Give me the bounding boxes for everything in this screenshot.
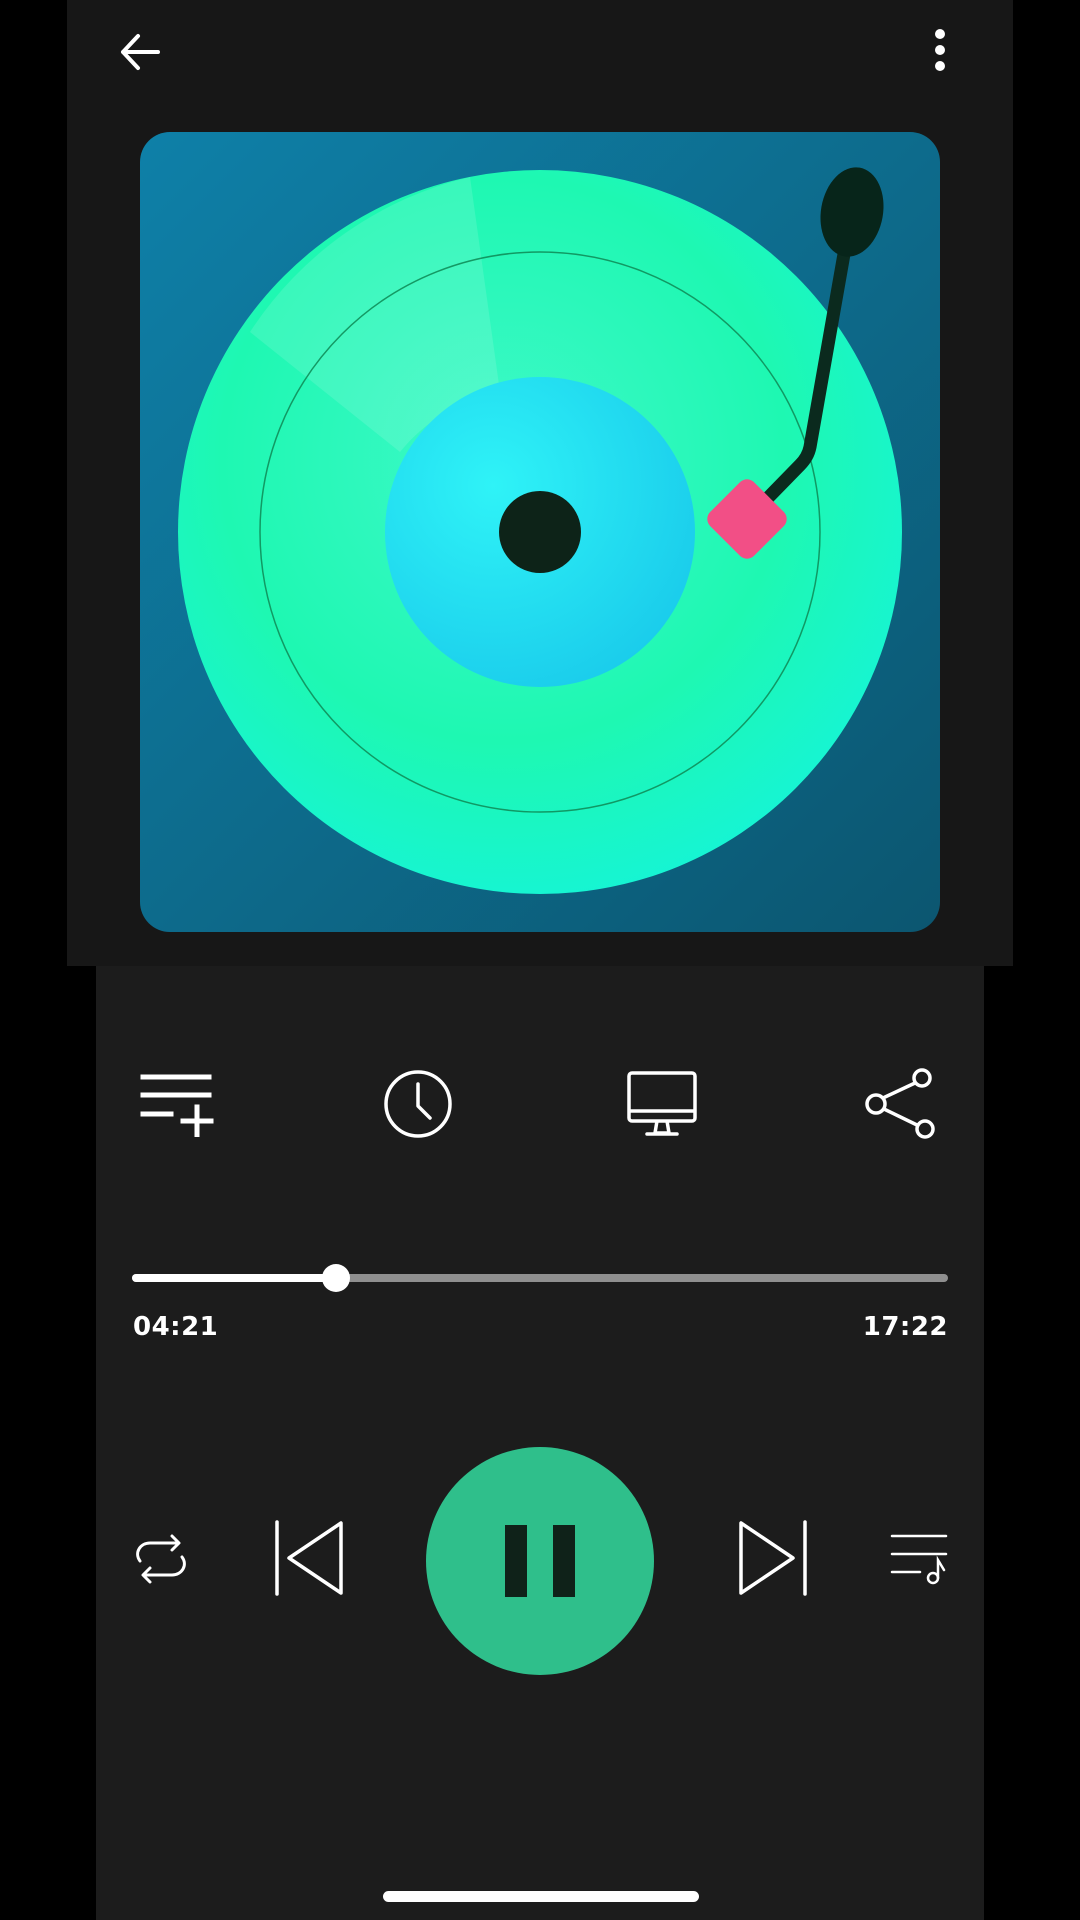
- seek-thumb[interactable]: [322, 1264, 350, 1292]
- playlist-add-icon: [140, 1074, 214, 1137]
- play-pause-button[interactable]: [426, 1447, 654, 1675]
- clock-icon: [384, 1070, 452, 1138]
- more-vertical-icon: [935, 29, 945, 71]
- total-time: 17:22: [862, 1312, 948, 1342]
- queue-music-icon: [890, 1534, 948, 1585]
- seek-bar[interactable]: [132, 1264, 948, 1292]
- previous-button[interactable]: [262, 1516, 352, 1600]
- repeat-button[interactable]: [126, 1524, 196, 1594]
- seek-progress-fill: [132, 1274, 336, 1282]
- next-button[interactable]: [728, 1516, 818, 1600]
- skip-next-icon: [739, 1520, 807, 1596]
- monitor-icon: [627, 1071, 697, 1136]
- share-button[interactable]: [860, 1064, 944, 1144]
- more-options-button[interactable]: [910, 20, 970, 80]
- queue-button[interactable]: [884, 1524, 954, 1594]
- repeat-icon: [136, 1534, 186, 1584]
- add-to-playlist-button[interactable]: [132, 1064, 222, 1144]
- share-icon: [865, 1068, 935, 1139]
- cast-button[interactable]: [620, 1064, 704, 1144]
- player-controls-panel: [96, 966, 984, 1920]
- sleep-timer-button[interactable]: [378, 1064, 458, 1144]
- skip-previous-icon: [275, 1520, 343, 1596]
- home-indicator: [383, 1891, 699, 1902]
- elapsed-time: 04:21: [133, 1312, 219, 1342]
- album-artwork: [140, 132, 940, 932]
- vinyl-spindle: [499, 491, 581, 573]
- pause-icon: [505, 1525, 575, 1597]
- back-button[interactable]: [110, 22, 170, 82]
- arrow-left-icon: [121, 34, 160, 70]
